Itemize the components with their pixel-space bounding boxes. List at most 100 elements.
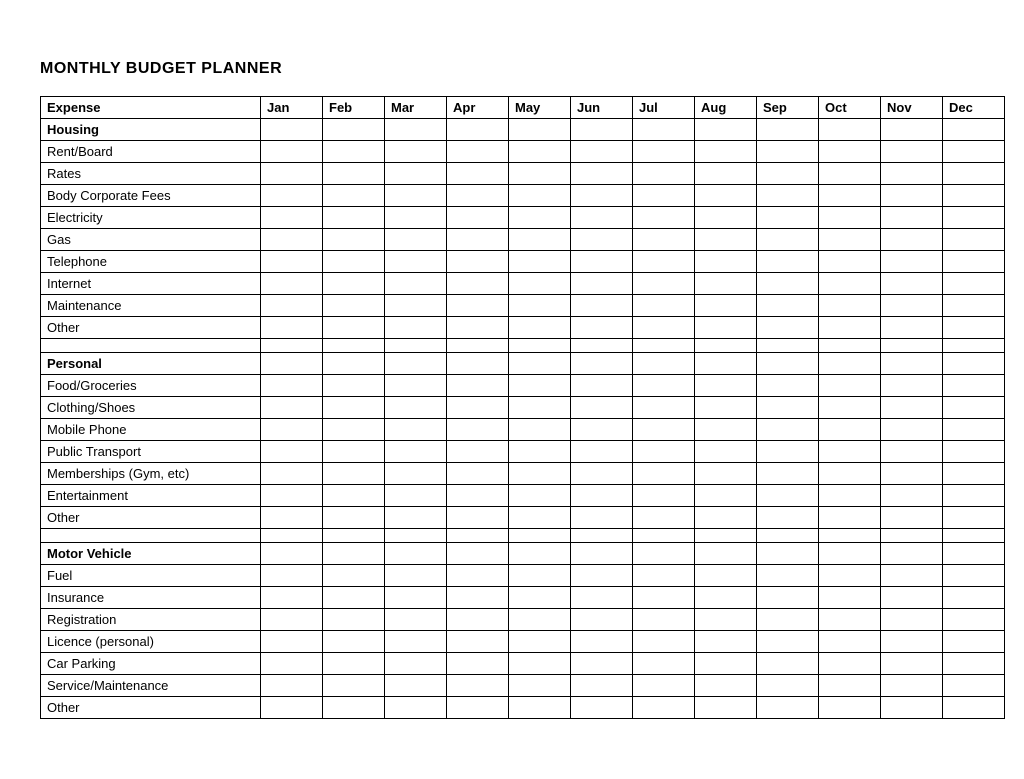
cell[interactable] [695,565,757,587]
cell[interactable] [695,229,757,251]
cell[interactable] [943,251,1005,273]
cell[interactable] [819,543,881,565]
cell[interactable] [943,419,1005,441]
cell[interactable] [571,631,633,653]
cell[interactable] [881,565,943,587]
cell[interactable] [447,507,509,529]
cell[interactable] [509,485,571,507]
cell[interactable] [695,653,757,675]
cell[interactable] [509,397,571,419]
cell[interactable] [323,317,385,339]
cell[interactable] [447,317,509,339]
cell[interactable] [323,397,385,419]
cell[interactable] [509,295,571,317]
cell[interactable] [695,251,757,273]
cell[interactable] [385,397,447,419]
cell[interactable] [509,251,571,273]
cell[interactable] [757,273,819,295]
cell[interactable] [881,185,943,207]
cell[interactable] [819,273,881,295]
cell[interactable] [695,697,757,719]
cell[interactable] [385,609,447,631]
cell[interactable] [633,507,695,529]
cell[interactable] [819,397,881,419]
cell[interactable] [447,397,509,419]
cell[interactable] [571,587,633,609]
cell[interactable] [571,229,633,251]
cell[interactable] [633,229,695,251]
cell[interactable] [881,697,943,719]
cell[interactable] [633,185,695,207]
cell[interactable] [757,485,819,507]
cell[interactable] [571,675,633,697]
cell[interactable] [261,609,323,631]
cell[interactable] [881,119,943,141]
cell[interactable] [323,631,385,653]
cell[interactable] [757,207,819,229]
cell[interactable] [323,353,385,375]
cell[interactable] [943,507,1005,529]
cell[interactable] [819,251,881,273]
cell[interactable] [323,229,385,251]
cell[interactable] [819,375,881,397]
cell[interactable] [261,463,323,485]
cell[interactable] [757,507,819,529]
cell[interactable] [695,375,757,397]
cell[interactable] [509,375,571,397]
cell[interactable] [571,543,633,565]
cell[interactable] [447,141,509,163]
cell[interactable] [385,163,447,185]
cell[interactable] [943,653,1005,675]
cell[interactable] [819,697,881,719]
cell[interactable] [447,463,509,485]
cell[interactable] [757,675,819,697]
cell[interactable] [385,273,447,295]
cell[interactable] [819,229,881,251]
cell[interactable] [819,317,881,339]
cell[interactable] [385,507,447,529]
cell[interactable] [571,185,633,207]
cell[interactable] [323,163,385,185]
cell[interactable] [695,141,757,163]
cell[interactable] [509,419,571,441]
cell[interactable] [695,295,757,317]
cell[interactable] [695,543,757,565]
cell[interactable] [757,543,819,565]
cell[interactable] [385,229,447,251]
cell[interactable] [509,141,571,163]
cell[interactable] [571,317,633,339]
cell[interactable] [509,653,571,675]
cell[interactable] [323,185,385,207]
cell[interactable] [633,207,695,229]
cell[interactable] [509,675,571,697]
cell[interactable] [943,485,1005,507]
cell[interactable] [695,207,757,229]
cell[interactable] [571,507,633,529]
cell[interactable] [323,609,385,631]
cell[interactable] [509,185,571,207]
cell[interactable] [571,463,633,485]
cell[interactable] [757,317,819,339]
cell[interactable] [385,463,447,485]
cell[interactable] [323,419,385,441]
cell[interactable] [819,631,881,653]
cell[interactable] [633,675,695,697]
cell[interactable] [323,441,385,463]
cell[interactable] [385,587,447,609]
cell[interactable] [819,295,881,317]
cell[interactable] [447,251,509,273]
cell[interactable] [261,441,323,463]
cell[interactable] [695,485,757,507]
cell[interactable] [385,207,447,229]
cell[interactable] [819,119,881,141]
cell[interactable] [447,565,509,587]
cell[interactable] [633,543,695,565]
cell[interactable] [571,163,633,185]
cell[interactable] [571,397,633,419]
cell[interactable] [447,609,509,631]
cell[interactable] [881,273,943,295]
cell[interactable] [261,229,323,251]
cell[interactable] [633,587,695,609]
cell[interactable] [881,675,943,697]
cell[interactable] [943,375,1005,397]
